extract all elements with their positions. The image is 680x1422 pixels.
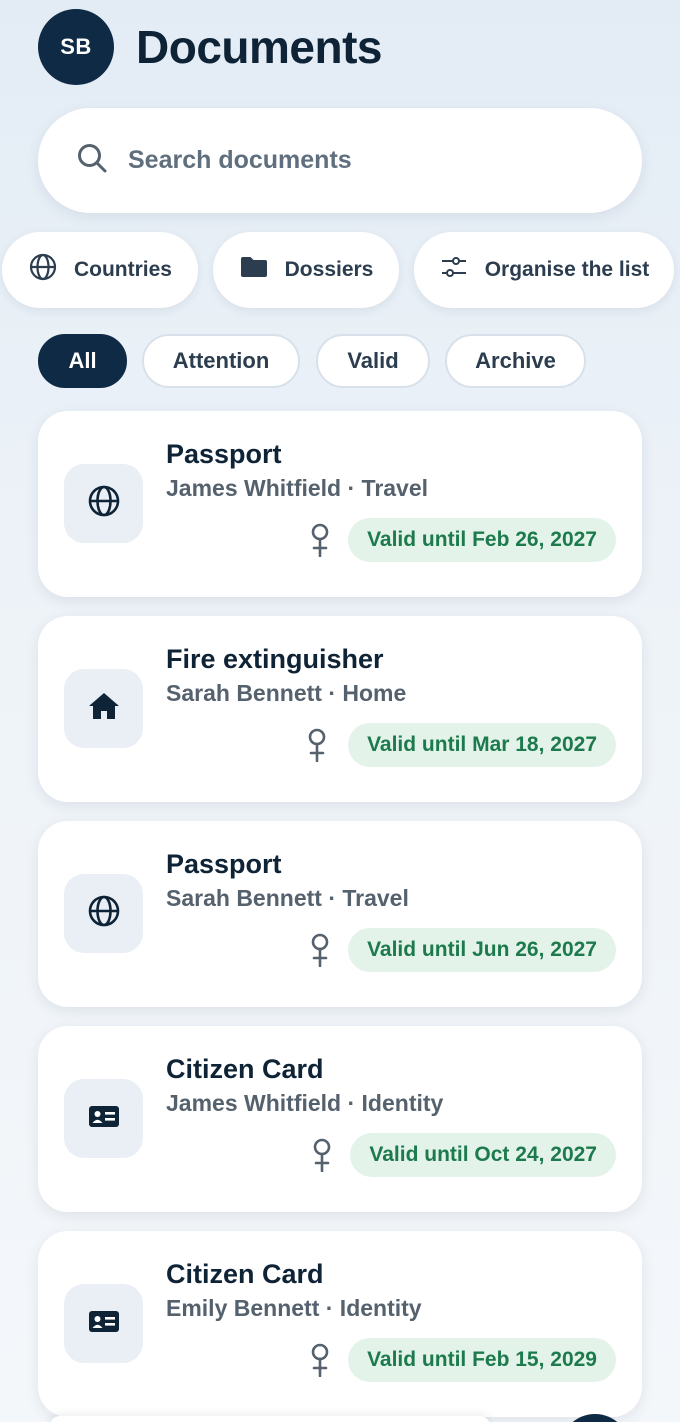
search-bar[interactable] (38, 108, 642, 213)
document-title: Passport (166, 849, 282, 879)
document-category-icon-box (64, 669, 143, 748)
id-card-icon (86, 1098, 122, 1139)
organise-list-label: Organise the list (484, 258, 650, 281)
search-icon (76, 142, 108, 179)
avatar[interactable]: SB (38, 9, 114, 85)
status-badge: Valid until Oct 24, 2027 (350, 1133, 616, 1177)
document-category-icon-box (64, 874, 143, 953)
document-card[interactable]: Fire extinguisher Sarah Bennett · Home V… (38, 616, 642, 802)
status-badge: Valid until Mar 18, 2027 (348, 723, 616, 767)
female-symbol-icon (309, 523, 331, 558)
document-title: Citizen Card (166, 1259, 324, 1289)
document-card[interactable]: Citizen Card James Whitfield · Identity … (38, 1026, 642, 1212)
globe-icon (28, 252, 58, 288)
folder-icon (239, 252, 269, 288)
search-input[interactable] (128, 146, 568, 175)
dossiers-filter-label: Dossiers (284, 258, 374, 281)
document-category-icon-box (64, 1079, 143, 1158)
status-badge: Valid until Feb 26, 2027 (348, 518, 616, 562)
next-card-peek (50, 1416, 490, 1422)
document-card[interactable]: Passport Sarah Bennett · Travel Valid un… (38, 821, 642, 1007)
globe-icon (86, 893, 122, 934)
document-category-icon-box (64, 1284, 143, 1363)
document-subtitle: James Whitfield · Travel (166, 475, 429, 501)
document-subtitle: Sarah Bennett · Travel (166, 885, 409, 911)
female-symbol-icon (306, 728, 328, 763)
document-category-icon-box (64, 464, 143, 543)
organise-list-button[interactable]: Organise the list (414, 232, 674, 308)
countries-filter-button[interactable]: Countries (2, 232, 198, 308)
countries-filter-label: Countries (73, 258, 172, 281)
document-title: Citizen Card (166, 1054, 324, 1084)
id-card-icon (86, 1303, 122, 1344)
document-subtitle: Emily Bennett · Identity (166, 1295, 422, 1321)
document-subtitle: James Whitfield · Identity (166, 1090, 444, 1116)
tab-archive[interactable]: Archive (445, 334, 586, 388)
female-symbol-icon (309, 1343, 331, 1378)
document-title: Fire extinguisher (166, 644, 384, 674)
sliders-icon (439, 252, 469, 288)
document-title: Passport (166, 439, 282, 469)
document-card[interactable]: Citizen Card Emily Bennett · Identity Va… (38, 1231, 642, 1417)
dossiers-filter-button[interactable]: Dossiers (213, 232, 399, 308)
page-title: Documents (136, 21, 382, 73)
female-symbol-icon (311, 1138, 333, 1173)
tab-all[interactable]: All (38, 334, 127, 388)
avatar-initials: SB (60, 34, 92, 59)
tab-attention[interactable]: Attention (142, 334, 300, 388)
status-badge: Valid until Feb 15, 2029 (348, 1338, 616, 1382)
globe-icon (86, 483, 122, 524)
status-badge: Valid until Jun 26, 2027 (348, 928, 616, 972)
header: SB Documents (38, 9, 382, 85)
document-card[interactable]: Passport James Whitfield · Travel Valid … (38, 411, 642, 597)
tab-valid[interactable]: Valid (316, 334, 430, 388)
document-subtitle: Sarah Bennett · Home (166, 680, 407, 706)
female-symbol-icon (309, 933, 331, 968)
home-icon (86, 688, 122, 729)
